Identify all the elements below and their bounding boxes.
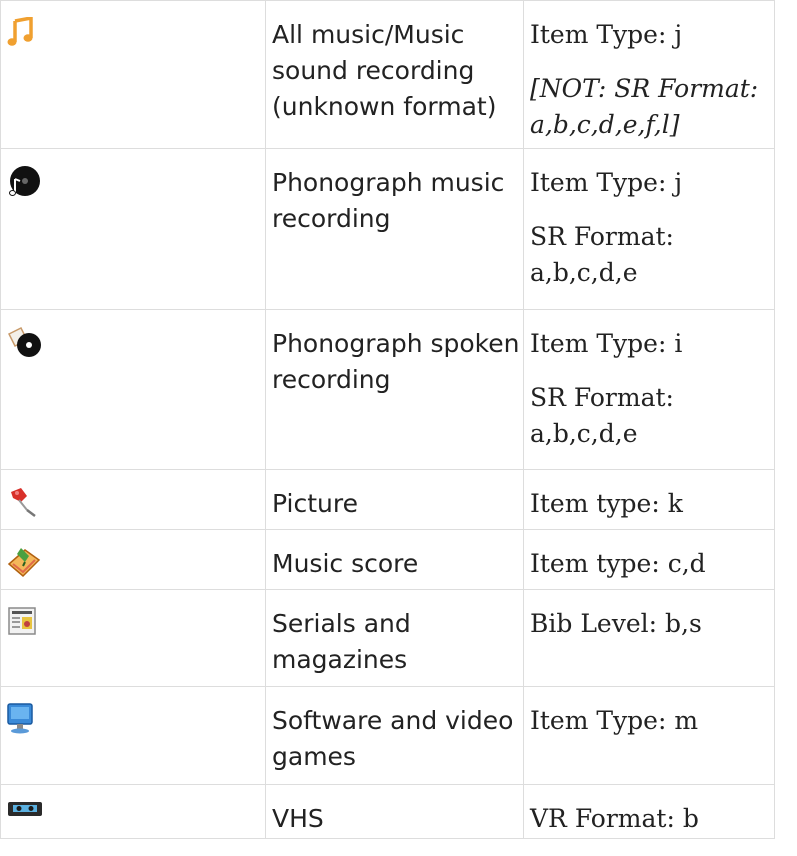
vhs-tape-icon [7,801,265,817]
format-label: All music/Music sound recording (unknown… [265,0,524,149]
monitor-icon [7,703,265,735]
table-row: Phonograph music recording Item Type: j … [0,148,775,310]
format-rule: Item Type: m [523,686,775,785]
format-label: Software and video games [265,686,524,785]
table-row: Serials and magazines Bib Level: b,s [0,589,775,687]
phonograph-spoken-icon [7,326,265,358]
rule-line: SR Format: a,b,c,d,e [530,383,674,448]
rule-line: Item Type: m [530,706,699,735]
rule-line: Item type: c,d [530,549,706,578]
icon-cell [0,686,266,785]
rule-exclusion: [NOT: SR Format: a,b,c,d,e,f,l] [530,74,759,139]
table-row: All music/Music sound recording (unknown… [0,0,775,149]
table-row: Software and video games Item Type: m [0,686,775,785]
icon-cell [0,529,266,590]
rule-line: Item Type: j [530,20,683,49]
rule-line: Bib Level: b,s [530,609,702,638]
rule-line: SR Format: a,b,c,d,e [530,222,674,287]
format-label: Phonograph music recording [265,148,524,310]
icon-cell [0,0,266,149]
icon-cell [0,309,266,470]
format-rule: VR Format: b [523,784,775,839]
format-label: Music score [265,529,524,590]
icon-cell [0,589,266,687]
rule-line: Item Type: i [530,329,683,358]
format-rule: Item type: c,d [523,529,775,590]
format-rule: Item Type: j SR Format: a,b,c,d,e [523,148,775,310]
music-note-icon [7,17,265,47]
format-rule: Item Type: i SR Format: a,b,c,d,e [523,309,775,470]
icon-cell [0,469,266,530]
rule-line: Item Type: j [530,168,683,197]
phonograph-music-icon [7,165,265,199]
format-label: Picture [265,469,524,530]
format-label: Serials and magazines [265,589,524,687]
format-label: Phonograph spoken recording [265,309,524,470]
format-rule: Bib Level: b,s [523,589,775,687]
table-row: VHS VR Format: b [0,784,775,839]
icon-cell [0,784,266,839]
table-row: Picture Item type: k [0,469,775,530]
table-row: Music score Item type: c,d [0,529,775,590]
table-row: Phonograph spoken recording Item Type: i… [0,309,775,470]
rule-line: VR Format: b [530,804,699,833]
music-score-icon [7,546,265,578]
icon-cell [0,148,266,310]
format-rule: Item type: k [523,469,775,530]
format-icon-table: All music/Music sound recording (unknown… [0,0,775,839]
format-rule: Item Type: j [NOT: SR Format: a,b,c,d,e,… [523,0,775,149]
pushpin-icon [7,486,265,518]
format-label: VHS [265,784,524,839]
newspaper-icon [7,606,265,638]
rule-line: Item type: k [530,489,683,518]
